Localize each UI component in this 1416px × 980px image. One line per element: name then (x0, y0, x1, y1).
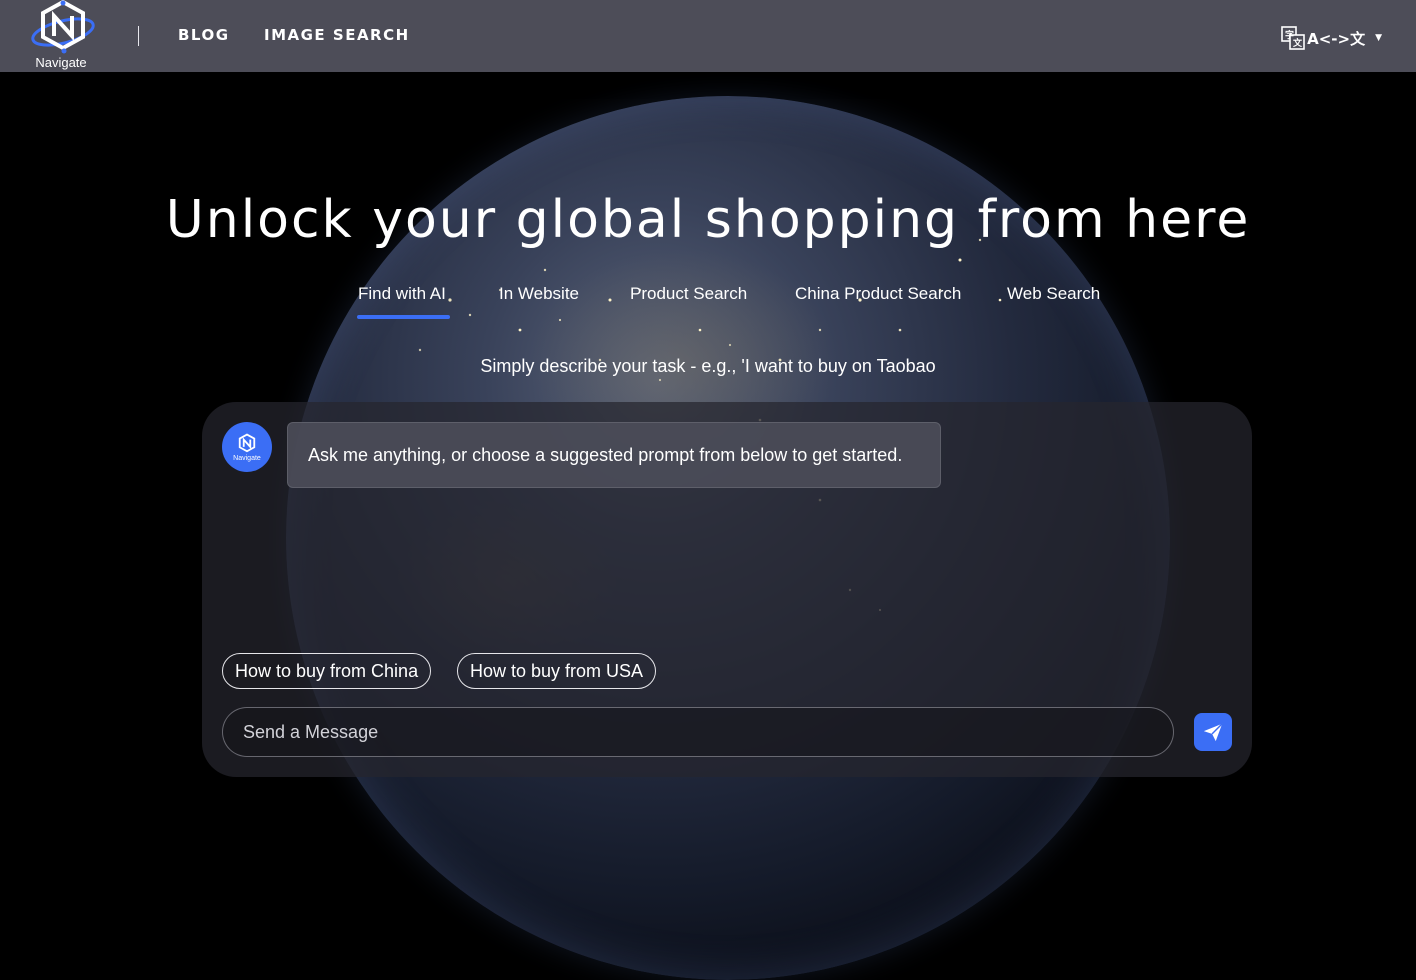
send-icon (1203, 723, 1223, 742)
language-label: A<->文 (1307, 29, 1366, 48)
tab-in-website[interactable]: In Website (499, 284, 579, 304)
tab-web-search[interactable]: Web Search (1007, 284, 1100, 304)
tab-china-product-search[interactable]: China Product Search (795, 284, 961, 304)
chevron-down-icon: ▼ (1375, 33, 1382, 43)
navigate-logo[interactable]: Navigate (28, 0, 96, 72)
nav-blog-link[interactable]: BLOG (178, 26, 230, 44)
logo-text: Navigate (35, 55, 87, 70)
send-button[interactable] (1194, 713, 1232, 751)
assistant-avatar: Navigate (222, 422, 272, 472)
welcome-message-text: Ask me anything, or choose a suggested p… (308, 444, 903, 465)
translate-icon: 字 文 (1281, 26, 1305, 50)
tab-product-search[interactable]: Product Search (630, 284, 747, 304)
suggestion-chip-china[interactable]: How to buy from China (222, 653, 432, 689)
ai-chat-panel: Navigate Ask me anything, or choose a su… (202, 402, 1252, 777)
active-tab-indicator (357, 315, 450, 319)
hero-title: Unlock your global shopping from here (165, 190, 1251, 250)
language-switcher[interactable]: 字 文 A<->文 ▼ (1281, 26, 1382, 50)
nav-divider (138, 26, 139, 46)
logo-mark-icon (31, 0, 95, 54)
nav-image-search-link[interactable]: IMAGE SEARCH (264, 26, 410, 44)
top-header: Navigate BLOG IMAGE SEARCH 字 文 A<->文 ▼ (0, 0, 1416, 72)
task-hint: Simply describe your task - e.g., 'I wan… (480, 356, 936, 376)
assistant-logo-icon (238, 433, 256, 453)
search-mode-tabs: Find with AI In Website Product Search C… (0, 284, 1416, 324)
message-input[interactable] (222, 707, 1174, 757)
tab-find-with-ai[interactable]: Find with AI (358, 284, 446, 304)
avatar-label: Navigate (233, 455, 261, 462)
suggestion-chip-usa[interactable]: How to buy from USA (457, 653, 657, 689)
svg-text:文: 文 (1292, 37, 1303, 49)
assistant-welcome-message: Ask me anything, or choose a suggested p… (287, 422, 941, 488)
